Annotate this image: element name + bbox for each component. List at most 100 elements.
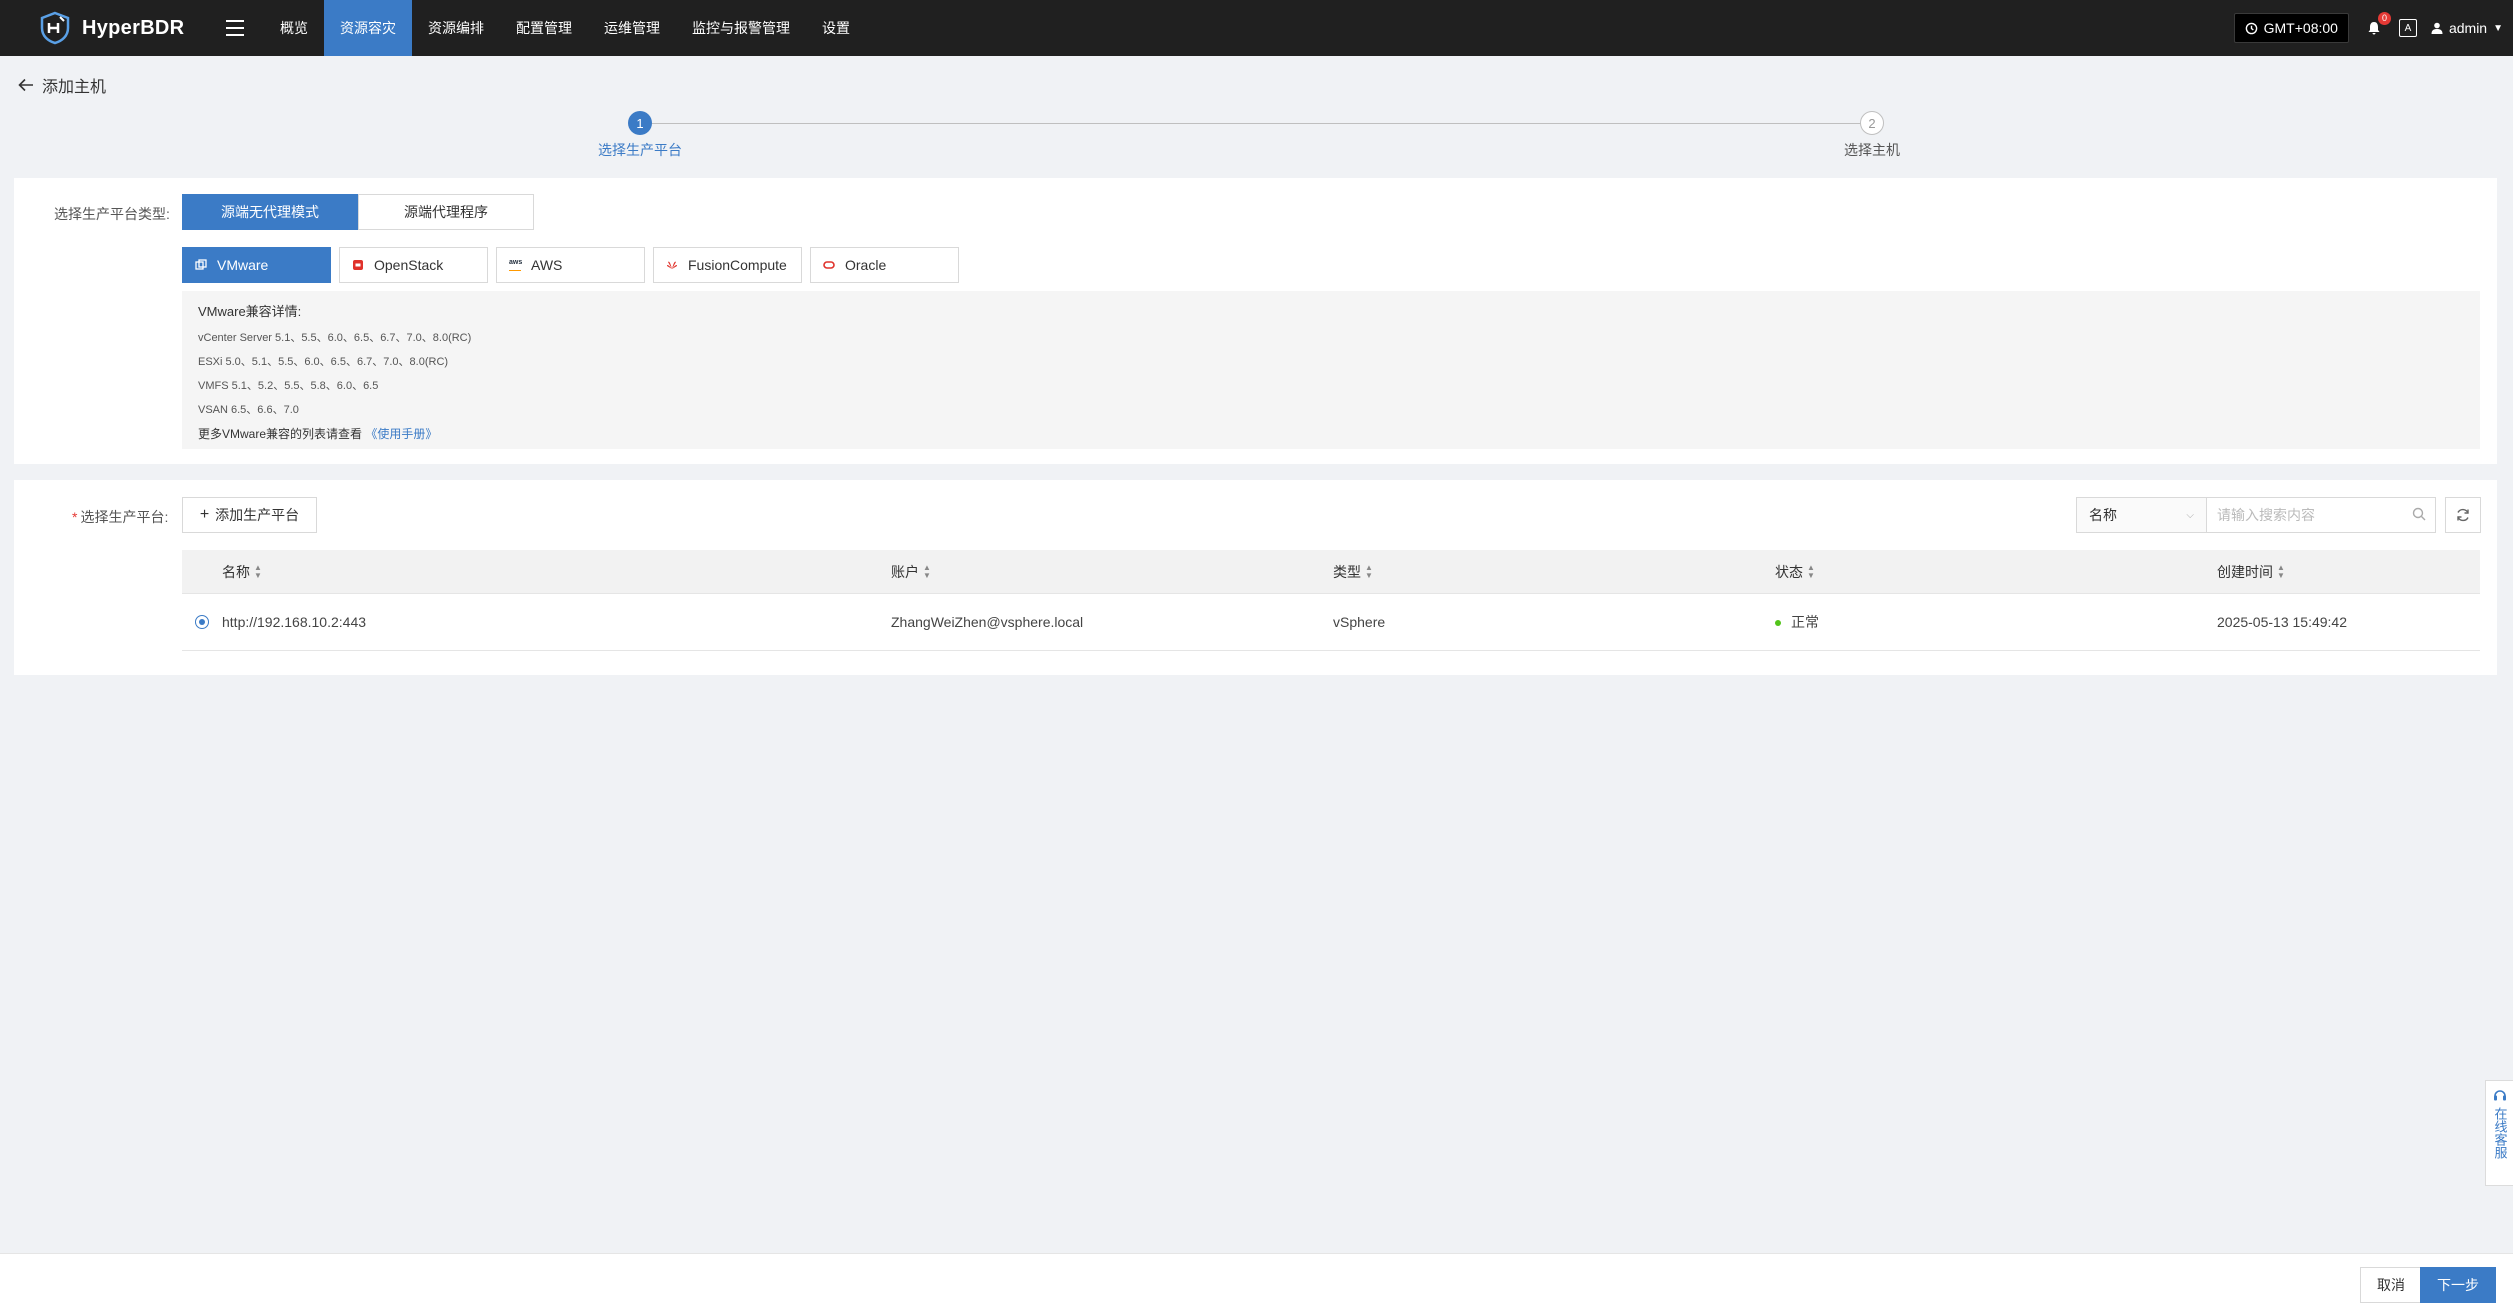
- platform-openstack-button[interactable]: OpenStack: [339, 247, 488, 283]
- column-account[interactable]: 账户 ▲ ▼: [891, 562, 1333, 582]
- row-radio[interactable]: [195, 615, 209, 629]
- table-row[interactable]: http://192.168.10.2:443 ZhangWeiZhen@vsp…: [182, 594, 2480, 651]
- column-type-label: 类型: [1333, 563, 1361, 580]
- username: admin: [2448, 20, 2488, 36]
- translate-icon[interactable]: A: [2398, 19, 2417, 37]
- footer-bar: 取消 下一步: [0, 1253, 2513, 1315]
- column-created[interactable]: 创建时间 ▲ ▼: [2217, 562, 2480, 582]
- platform-select-label-wrap: * 选择生产平台:: [72, 507, 168, 527]
- nav-item-config[interactable]: 配置管理: [500, 0, 588, 56]
- column-created-label: 创建时间: [2217, 563, 2273, 580]
- mode-selector: 源端无代理模式 源端代理程序: [182, 194, 534, 230]
- column-name[interactable]: 名称 ▲ ▼: [222, 562, 891, 582]
- add-platform-button[interactable]: + 添加生产平台: [182, 497, 317, 533]
- nav-item-monitoring[interactable]: 监控与报警管理: [676, 0, 806, 56]
- caret-down-icon: ▼: [2493, 22, 2503, 34]
- timezone-selector[interactable]: GMT+08:00: [2233, 13, 2349, 43]
- platform-selector: VMware OpenStack aws AWS FusionCompute O…: [182, 247, 959, 283]
- platform-type-card: 选择生产平台类型: 源端无代理模式 源端代理程序 VMware OpenStac…: [14, 178, 2497, 464]
- next-button[interactable]: 下一步: [2420, 1267, 2496, 1303]
- cancel-button[interactable]: 取消: [2360, 1267, 2422, 1303]
- platform-aws-label: AWS: [531, 257, 563, 273]
- notifications-button[interactable]: 0: [2363, 12, 2391, 39]
- timezone-label: GMT+08:00: [2263, 20, 2338, 36]
- shield-logo-icon: [40, 11, 70, 45]
- platform-vmware-button[interactable]: VMware: [182, 247, 331, 283]
- table-header: 名称 ▲ ▼ 账户 ▲ ▼ 类型 ▲ ▼ 状态 ▲ ▼ 创建时间 ▲ ▼: [182, 550, 2480, 594]
- aws-icon: aws: [509, 259, 522, 271]
- search-icon[interactable]: [2412, 507, 2426, 521]
- mode-agent-button[interactable]: 源端代理程序: [358, 194, 534, 230]
- huawei-icon: [667, 261, 677, 269]
- top-navbar: HyperBDR 概览 资源容灾 资源编排 配置管理 运维管理 监控与报警管理 …: [0, 0, 2513, 56]
- platform-fusioncompute-button[interactable]: FusionCompute: [653, 247, 802, 283]
- compat-line-vcenter: vCenter Server 5.1、5.5、6.0、6.5、6.7、7.0、8…: [198, 332, 472, 344]
- arrow-left-icon: [18, 78, 33, 92]
- platform-select-card: *选择生产平台: + 添加生产平台 名称 ⌵ 名称▲▼ 账户▲▼ 类型▲▼ 状态…: [14, 480, 2497, 675]
- column-status[interactable]: 状态 ▲ ▼: [1775, 562, 2217, 582]
- column-status-label: 状态: [1775, 563, 1803, 580]
- page-title: 添加主机: [42, 79, 107, 96]
- sort-icon: ▲ ▼: [2277, 562, 2285, 580]
- column-name-label: 名称: [222, 563, 250, 580]
- chevron-down-icon: ⌵: [2186, 509, 2194, 521]
- refresh-button[interactable]: [2445, 497, 2481, 533]
- platform-fusioncompute-label: FusionCompute: [688, 257, 787, 273]
- compat-more-text: 更多VMware兼容的列表请查看: [198, 427, 363, 441]
- app-logo[interactable]: HyperBDR: [38, 11, 208, 45]
- refresh-icon: [2457, 508, 2469, 522]
- menu-toggle-icon[interactable]: [220, 13, 250, 43]
- platform-oracle-button[interactable]: Oracle: [810, 247, 959, 283]
- nav-item-settings[interactable]: 设置: [806, 0, 866, 56]
- main-nav: 概览 资源容灾 资源编排 配置管理 运维管理 监控与报警管理 设置: [264, 0, 866, 56]
- column-type[interactable]: 类型 ▲ ▼: [1333, 562, 1775, 582]
- compat-line-vmfs: VMFS 5.1、5.2、5.5、5.8、6.0、6.5: [198, 380, 379, 392]
- sort-icon: ▲ ▼: [254, 562, 262, 580]
- add-platform-label: 添加生产平台: [215, 507, 300, 523]
- online-service-button[interactable]: 在线客服: [2485, 1080, 2513, 1186]
- wizard-steps: 1 2 选择生产平台 选择主机: [0, 110, 2513, 170]
- oracle-icon: [823, 261, 835, 269]
- compat-line-esxi: ESXi 5.0、5.1、5.5、6.0、6.5、6.7、7.0、8.0(RC): [198, 356, 449, 368]
- step-connector: [649, 123, 1863, 124]
- mode-agentless-button[interactable]: 源端无代理模式: [182, 194, 358, 230]
- search-input-wrap: [2206, 497, 2436, 533]
- user-icon: [2431, 22, 2443, 34]
- platform-aws-button[interactable]: aws AWS: [496, 247, 645, 283]
- platform-openstack-label: OpenStack: [374, 257, 444, 273]
- user-menu[interactable]: admin ▼: [2431, 20, 2503, 36]
- online-service-label: 在线客服: [2492, 1107, 2508, 1159]
- notification-badge: 0: [2377, 12, 2391, 25]
- sort-icon: ▲ ▼: [1365, 562, 1373, 580]
- column-account-label: 账户: [891, 563, 919, 580]
- nav-item-overview[interactable]: 概览: [264, 0, 324, 56]
- status-dot-icon: [1775, 620, 1781, 627]
- cell-type: vSphere: [1333, 614, 1386, 630]
- compatibility-details: VMware兼容详情: vCenter Server 5.1、5.5、6.0、6…: [182, 291, 2480, 449]
- cell-status-text: 正常: [1791, 614, 1819, 630]
- step-2-label: 选择主机: [1844, 142, 1900, 158]
- search-field-value: 名称: [2089, 507, 2117, 523]
- compat-line-vsan: VSAN 6.5、6.6、7.0: [198, 404, 299, 416]
- nav-item-resource-dr[interactable]: 资源容灾: [324, 0, 412, 56]
- platform-table: 名称 ▲ ▼ 账户 ▲ ▼ 类型 ▲ ▼ 状态 ▲ ▼ 创建时间 ▲ ▼ http://192.16…: [182, 550, 2480, 651]
- platform-oracle-label: Oracle: [845, 257, 887, 273]
- headset-icon: [2493, 1090, 2506, 1101]
- cell-account: ZhangWeiZhen@vsphere.local: [891, 614, 1084, 630]
- plus-icon: +: [199, 506, 210, 523]
- step-2-number: 2: [1860, 111, 1884, 135]
- step-1-number: 1: [628, 111, 652, 135]
- sort-icon: ▲ ▼: [1807, 562, 1815, 580]
- nav-item-ops[interactable]: 运维管理: [588, 0, 676, 56]
- user-manual-link[interactable]: 《使用手册》: [365, 427, 437, 441]
- compat-title: VMware兼容详情:: [198, 304, 302, 319]
- search-input[interactable]: [2206, 497, 2436, 533]
- step-1-label: 选择生产平台: [598, 142, 682, 158]
- cell-status: 正常: [1775, 612, 2217, 632]
- back-link[interactable]: 添加主机: [18, 73, 106, 97]
- search-field-select[interactable]: 名称 ⌵: [2076, 497, 2206, 533]
- clock-icon: [2245, 22, 2257, 34]
- nav-item-orchestration[interactable]: 资源编排: [412, 0, 500, 56]
- platform-select-label: 选择生产平台:: [80, 509, 169, 525]
- platform-type-label: 选择生产平台类型:: [54, 206, 170, 222]
